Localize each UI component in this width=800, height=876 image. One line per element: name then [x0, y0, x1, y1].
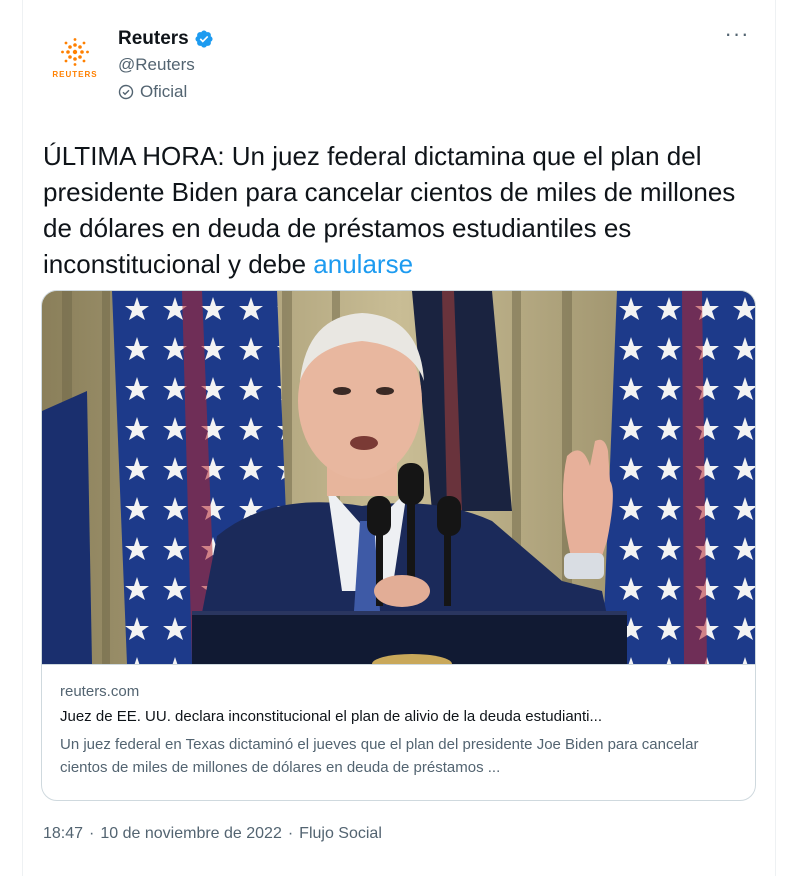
official-label-icon — [118, 84, 134, 100]
tweet-link[interactable]: anularse — [313, 249, 413, 279]
logo-wordmark: REUTERS — [52, 70, 98, 79]
reuters-logo-icon — [61, 38, 89, 66]
link-preview-card[interactable]: reuters.com Juez de EE. UU. declara inco… — [41, 290, 756, 801]
link-preview-body: reuters.com Juez de EE. UU. declara inco… — [42, 664, 755, 800]
account-names: Reuters @Reuters Oficial — [118, 28, 214, 102]
tweet-date[interactable]: 10 de noviembre de 2022 — [100, 825, 281, 843]
tweet-source[interactable]: Flujo Social — [299, 825, 382, 843]
official-label: Oficial — [118, 82, 214, 102]
link-domain: reuters.com — [60, 683, 140, 700]
tweet-header: REUTERS Reuters @Reuters Oficial ··· — [43, 22, 757, 112]
account-handle[interactable]: @Reuters — [118, 55, 214, 75]
link-preview-image[interactable] — [42, 291, 755, 664]
verified-badge-icon — [195, 30, 213, 48]
more-options-icon[interactable]: ··· — [717, 23, 757, 54]
official-label-text: Oficial — [140, 82, 188, 101]
display-name-row: Reuters — [118, 28, 214, 50]
meta-separator: · — [89, 825, 95, 842]
tweet-time[interactable]: 18:47 — [43, 825, 83, 843]
meta-separator: · — [287, 825, 294, 842]
link-title: Juez de EE. UU. declara inconstitucional… — [60, 708, 602, 725]
tweet-meta: 18:47 · 10 de noviembre de 2022 · Flujo … — [43, 825, 382, 843]
avatar[interactable]: REUTERS — [47, 30, 103, 86]
link-description: Un juez federal en Texas dictaminó el ju… — [60, 736, 699, 776]
tweet-card: REUTERS Reuters @Reuters Oficial ··· ÚLT… — [22, 0, 776, 876]
tweet-text: ÚLTIMA HORA: Un juez federal dictamina q… — [43, 138, 759, 282]
display-name[interactable]: Reuters — [118, 28, 189, 50]
press-conference-photo — [42, 291, 755, 664]
